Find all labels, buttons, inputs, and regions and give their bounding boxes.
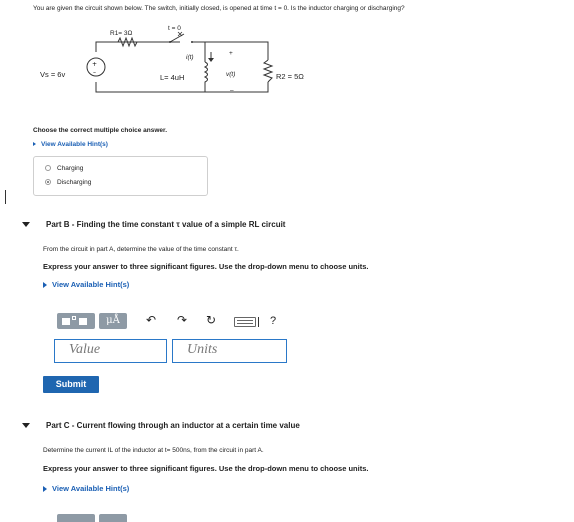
symbols-button[interactable]: μÅ	[99, 313, 127, 329]
units-dropdown[interactable]: Units	[172, 339, 287, 363]
inductor-icon	[203, 61, 208, 84]
submit-button[interactable]: Submit	[43, 376, 99, 393]
part-a-prompt: Choose the correct multiple choice answe…	[33, 127, 168, 134]
circuit-diagram: + –	[30, 22, 310, 112]
voltage-plus-sign: +	[229, 50, 233, 57]
symbols-button-partial[interactable]	[99, 514, 127, 522]
voltage-minus-sign: –	[230, 87, 234, 94]
resistor-r2-icon	[262, 59, 274, 83]
option-charging-label[interactable]: Charging	[57, 165, 83, 172]
collapse-caret-icon[interactable]	[22, 222, 30, 227]
expand-triangle-icon	[33, 142, 36, 147]
circuit-svg: + –	[86, 31, 274, 93]
part-a-choices	[33, 156, 208, 196]
part-c-hint-link[interactable]: View Available Hint(s)	[43, 484, 129, 493]
separator	[258, 317, 259, 327]
radio-discharging[interactable]	[45, 179, 51, 185]
svg-text:–: –	[93, 69, 96, 76]
part-c-title: Part C - Current flowing through an indu…	[46, 421, 300, 430]
keyboard-icon[interactable]	[234, 317, 256, 327]
templates-button-partial[interactable]	[57, 514, 95, 522]
current-label: i(t)	[186, 54, 194, 61]
voltage-label: v(t)	[226, 71, 236, 78]
inductor-label: L= 4uH	[160, 73, 185, 82]
source-label: Vs = 6v	[40, 70, 66, 79]
question-text: You are given the circuit shown below. T…	[33, 5, 405, 12]
switch-label: t = 0	[168, 25, 181, 32]
value-input[interactable]: Value	[54, 339, 167, 363]
templates-button[interactable]	[57, 313, 95, 329]
redo-icon[interactable]: ↷	[177, 313, 187, 327]
part-b-hint-link[interactable]: View Available Hint(s)	[43, 280, 129, 289]
svg-text:+: +	[92, 61, 97, 68]
part-c-instruction: Determine the current IL of the inductor…	[43, 447, 264, 454]
part-b-hint-label: View Available Hint(s)	[52, 280, 130, 289]
help-icon[interactable]: ?	[270, 315, 276, 327]
part-a-hint-link[interactable]: View Available Hint(s)	[33, 141, 108, 148]
part-b-title: Part B - Finding the time constant τ val…	[46, 220, 286, 229]
collapse-caret-icon[interactable]	[22, 423, 30, 428]
radio-charging[interactable]	[45, 165, 51, 171]
r2-label: R2 = 5Ω	[276, 72, 304, 81]
r1-label: R1= 3Ω	[110, 30, 133, 37]
part-b-format-note: Express your answer to three significant…	[43, 262, 369, 271]
part-c-format-note: Express your answer to three significant…	[43, 464, 369, 473]
part-b-instruction: From the circuit in part A, determine th…	[43, 246, 239, 253]
expand-triangle-icon	[43, 282, 47, 289]
reset-icon[interactable]: ↻	[206, 313, 216, 327]
text-cursor	[5, 190, 6, 204]
option-discharging-label[interactable]: Discharging	[57, 179, 91, 186]
part-a-hint-label: View Available Hint(s)	[41, 141, 108, 148]
expand-triangle-icon	[43, 486, 47, 493]
part-c-hint-label: View Available Hint(s)	[52, 484, 130, 493]
undo-icon[interactable]: ↶	[146, 313, 156, 327]
